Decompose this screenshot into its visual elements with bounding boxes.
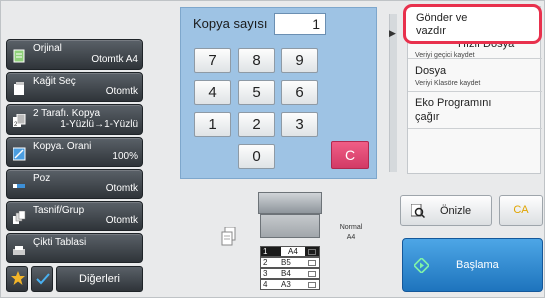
sidebar-item-label: Kağit Seç <box>33 76 76 87</box>
file-label: Dosya <box>415 65 447 77</box>
start-icon <box>414 258 429 273</box>
send-print-line2: vazdır <box>416 25 446 37</box>
key-3[interactable]: 3 <box>281 112 318 137</box>
sidebar-item-label: Orjinal <box>33 43 62 54</box>
sidebar-item-label: Tasnif/Grup <box>33 205 85 216</box>
key-9[interactable]: 9 <box>281 48 318 73</box>
preview-button[interactable]: Önizle <box>400 195 492 226</box>
sidebar-item-value: 100% <box>112 151 138 162</box>
original-icon <box>13 49 26 63</box>
tray-indicator <box>308 249 316 255</box>
sidebar-item-value: Otomtk A4 <box>91 54 138 65</box>
key-1[interactable]: 1 <box>194 112 231 137</box>
file-item[interactable]: Dosya Veriyi Klasöre kaydet <box>408 60 542 92</box>
key-7[interactable]: 7 <box>194 48 231 73</box>
tray-1[interactable]: 1 A4 <box>260 246 320 257</box>
document-icon <box>221 226 237 247</box>
eco-program-item[interactable]: Eko Programını çağır <box>408 93 542 129</box>
tray-number: 3 <box>263 269 268 278</box>
copy-count-keypad: Kopya sayısı 1 7 8 9 4 5 6 1 2 3 0 C <box>180 7 377 179</box>
clear-all-button[interactable]: CA <box>499 195 543 226</box>
sidebar-item-label: Çikti Tablasi <box>33 237 87 248</box>
key-2[interactable]: 2 <box>238 112 275 137</box>
tray-paper: B4 <box>281 269 291 278</box>
preview-icon <box>411 204 425 218</box>
clear-button[interactable]: C <box>331 141 369 169</box>
file-sub: Veriyi Klasöre kaydet <box>415 80 481 87</box>
sidebar-item-value: Otomtk <box>105 215 138 226</box>
tray-number: 4 <box>263 280 268 289</box>
sidebar-item-paper-select[interactable]: Kağit Seç Otomtk <box>6 72 143 102</box>
sidebar-item-exposure[interactable]: Poz Otomtk <box>6 169 143 199</box>
tray-paper: A4 <box>281 247 305 256</box>
sidebar-item-original[interactable]: Orjinal Otomtk A4 <box>6 39 143 70</box>
tray-number: 2 <box>263 258 268 267</box>
paper-select-icon <box>13 82 26 96</box>
eco-line1: Eko Programını <box>415 97 492 109</box>
sidebar-item-label: Poz <box>33 173 51 184</box>
sidebar-item-duplex[interactable]: 2 2 Tarafı. Kopya 1-Yüzlü→1-Yüzlü <box>6 104 143 135</box>
panel-arrow-icon: ▶ <box>389 28 396 38</box>
key-6[interactable]: 6 <box>281 80 318 105</box>
sidebar-item-output-tray[interactable]: Çikti Tablasi <box>6 233 143 263</box>
tray-paper: A3 <box>281 280 291 289</box>
send-and-print-button[interactable]: Gönder ve vazdır <box>403 4 542 44</box>
quick-file-sub: Veriyi geçici kaydet <box>415 52 475 59</box>
tray-indicator <box>308 282 316 288</box>
sidebar-item-label: Kopya. Orani <box>33 141 92 152</box>
others-button[interactable]: Diğerleri <box>56 266 143 292</box>
key-0[interactable]: 0 <box>238 144 275 169</box>
machine-scanner <box>258 192 322 214</box>
key-5[interactable]: 5 <box>238 80 275 105</box>
bottom-left-bar: Diğerleri <box>6 266 143 292</box>
preview-label: Önizle <box>440 205 472 217</box>
tray-paper: B5 <box>281 258 291 267</box>
favorites-button[interactable] <box>6 266 28 292</box>
sidebar-item-zoom[interactable]: Kopya. Orani 100% <box>6 137 143 167</box>
output-status: Normal A4 <box>336 223 366 243</box>
machine-illustration: 1 A4 2 B5 3 B4 4 A3 <box>258 192 330 294</box>
exposure-icon <box>13 179 26 193</box>
tray-indicator <box>308 271 316 277</box>
tray-number: 1 <box>263 247 268 256</box>
copy-count-title: Kopya sayısı <box>193 16 268 31</box>
output-tray-icon <box>13 243 26 257</box>
duplex-icon: 2 <box>13 114 26 128</box>
sidebar-item-sort[interactable]: Tasnif/Grup Otomtk <box>6 201 143 231</box>
machine-body <box>260 214 320 238</box>
key-4[interactable]: 4 <box>194 80 231 105</box>
tray-indicator <box>308 260 316 266</box>
key-8[interactable]: 8 <box>238 48 275 73</box>
check-button[interactable] <box>31 266 53 292</box>
sort-icon <box>13 211 26 225</box>
tray-2[interactable]: 2 B5 <box>260 257 320 268</box>
copy-count-field[interactable]: 1 <box>274 13 326 35</box>
check-icon <box>36 273 50 288</box>
start-label: Başlama <box>456 259 499 271</box>
sidebar-item-value: Otomtk <box>105 86 138 97</box>
zoom-icon <box>13 147 26 161</box>
panel-toggle-handle[interactable]: ▶ <box>389 14 397 172</box>
eco-line2: çağır <box>415 111 440 123</box>
start-button[interactable]: Başlama <box>402 238 543 292</box>
tray-4[interactable]: 4 A3 <box>260 279 320 290</box>
sidebar-item-value: 1-Yüzlü→1-Yüzlü <box>60 119 138 130</box>
tray-3[interactable]: 3 B4 <box>260 268 320 279</box>
star-icon <box>11 271 25 288</box>
sidebar-item-value: Otomtk <box>105 183 138 194</box>
output-status-mode: Normal <box>339 224 363 231</box>
send-print-line1: Gönder ve <box>416 12 468 24</box>
output-status-size: A4 <box>346 234 356 241</box>
